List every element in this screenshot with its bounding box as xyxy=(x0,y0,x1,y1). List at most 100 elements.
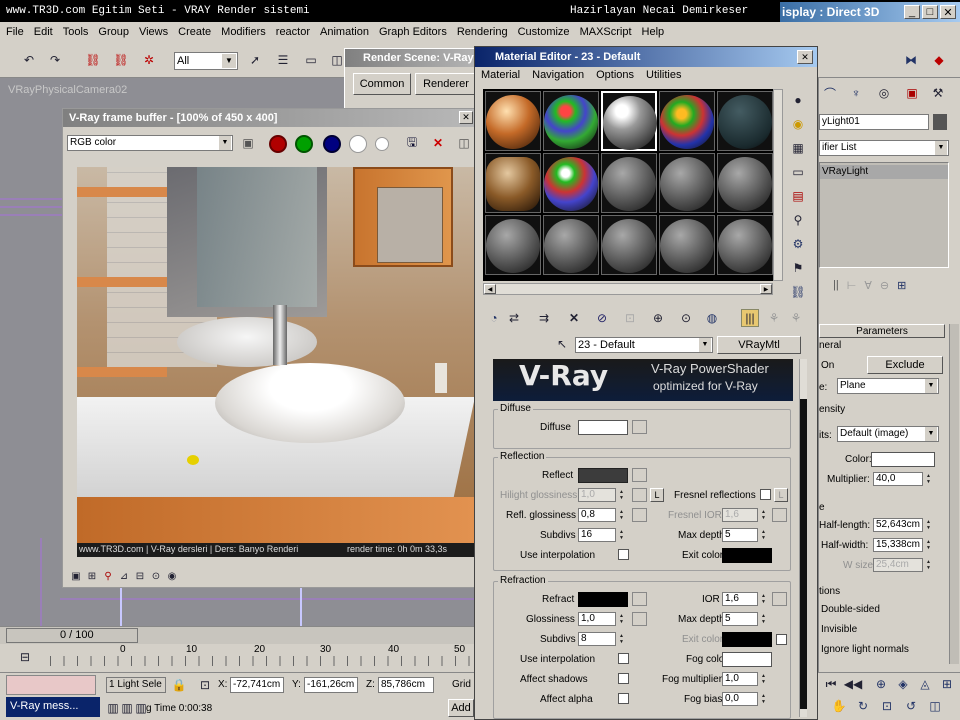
remove-modifier-icon[interactable]: ⊖ xyxy=(880,279,889,292)
fog-color-swatch[interactable] xyxy=(722,652,772,667)
menu-modifiers[interactable]: Modifiers xyxy=(221,26,266,38)
material-editor-close-button[interactable]: ✕ xyxy=(797,50,813,64)
refr-exit-color-swatch[interactable] xyxy=(722,632,772,647)
scroll-right-button[interactable]: ▶ xyxy=(760,284,772,294)
red-channel-button[interactable] xyxy=(269,135,287,153)
sample-slot[interactable] xyxy=(717,153,773,213)
show-end-result-icon[interactable]: ◍ xyxy=(703,309,721,327)
region-select-icon[interactable]: ▭ xyxy=(302,51,320,69)
w-size-spinner[interactable]: ▲ ▼ xyxy=(925,558,932,572)
w-size-field[interactable]: 25,4cm xyxy=(873,558,923,572)
half-width-spinner[interactable]: ▲ ▼ xyxy=(925,538,932,552)
object-name-field[interactable]: yLight01 xyxy=(819,114,929,130)
ior-field[interactable]: 1,6 xyxy=(722,592,758,606)
fresnel-checkbox[interactable] xyxy=(760,489,771,500)
diffuse-map-button[interactable] xyxy=(632,420,647,434)
units-dropdown[interactable]: Default (image) ▼ xyxy=(837,426,939,442)
fresnel-ior-map-button[interactable] xyxy=(772,508,787,522)
sample-slot[interactable] xyxy=(717,91,773,151)
me-menu-options[interactable]: Options xyxy=(596,69,634,85)
refr-max-depth-field[interactable]: 5 xyxy=(722,612,758,626)
fog-multiplier-spinner[interactable]: ▲ ▼ xyxy=(760,672,767,686)
command-panel-scrollbar[interactable] xyxy=(949,324,959,664)
go-to-parent-icon[interactable]: ||| xyxy=(741,309,759,327)
go-to-sibling-icon[interactable]: ⚘ xyxy=(787,309,805,327)
motion-tab-icon[interactable]: ◎ xyxy=(875,84,893,102)
menu-maxscript[interactable]: MAXScript xyxy=(580,26,632,38)
me-menu-material[interactable]: Material xyxy=(481,69,520,85)
ior-spinner[interactable]: ▲ ▼ xyxy=(760,592,767,606)
lock-icon[interactable]: 🔒 xyxy=(170,676,188,694)
go-forward-sibling-icon[interactable]: ⚘ xyxy=(765,309,783,327)
put-to-library-icon[interactable]: ⊡ xyxy=(621,309,639,327)
sample-slot[interactable] xyxy=(659,153,715,213)
refr-interpolation-checkbox[interactable] xyxy=(618,653,629,664)
sample-slot-selected[interactable] xyxy=(601,91,657,151)
dolly-icon[interactable]: ⊡ xyxy=(878,697,896,715)
pin-stack-icon[interactable]: || xyxy=(833,279,839,291)
glossiness-map-button[interactable] xyxy=(632,612,647,626)
multiplier-spinner[interactable]: ▲ ▼ xyxy=(925,472,932,486)
trackbar-icon[interactable]: ⊟ xyxy=(16,648,34,666)
refr-subdivs-spinner[interactable]: ▲ ▼ xyxy=(618,632,625,646)
maxscript-listener[interactable] xyxy=(6,675,96,695)
alpha-channel-button[interactable] xyxy=(349,135,367,153)
backlight-icon[interactable]: ◉ xyxy=(789,115,807,133)
make-unique-icon[interactable]: ⊘ xyxy=(593,309,611,327)
material-navigator-icon[interactable]: ⛓ xyxy=(789,283,807,301)
assign-to-selection-icon[interactable]: ⇉ xyxy=(535,309,553,327)
rollout-scrollbar[interactable] xyxy=(799,359,807,717)
material-effects-channel-icon[interactable]: ⊕ xyxy=(649,309,667,327)
half-length-field[interactable]: 52,643cm xyxy=(873,518,923,532)
scroll-left-button[interactable]: ◀ xyxy=(484,284,496,294)
previous-frame-icon[interactable]: ◀◀ xyxy=(844,675,862,693)
minimize-button[interactable]: _ xyxy=(904,5,920,19)
menu-graph-editors[interactable]: Graph Editors xyxy=(379,26,447,38)
add-time-tag-button[interactable]: Add xyxy=(448,699,474,717)
time-slider-thumb[interactable] xyxy=(6,628,138,643)
clear-image-icon[interactable]: ✕ xyxy=(429,134,447,152)
vfb-close-button[interactable]: ✕ xyxy=(459,111,473,124)
exclude-button[interactable]: Exclude xyxy=(867,356,943,374)
go-to-start-icon[interactable]: ⏮ xyxy=(822,675,840,693)
refl-subdivs-field[interactable]: 16 xyxy=(578,528,616,542)
x-coordinate-field[interactable]: -72,741cm xyxy=(230,677,284,693)
menu-file[interactable]: File xyxy=(6,26,24,38)
ior-map-button[interactable] xyxy=(772,592,787,606)
blue-channel-button[interactable] xyxy=(323,135,341,153)
sample-slot[interactable] xyxy=(659,215,715,275)
rgb-toggle-icon[interactable]: ▣ xyxy=(239,134,257,152)
refract-map-button[interactable] xyxy=(632,592,647,606)
sample-slot[interactable] xyxy=(717,215,773,275)
refl-glossiness-field[interactable]: 0,8 xyxy=(578,508,616,522)
link-icon[interactable]: ⛓ xyxy=(84,51,102,69)
fresnel-ior-spinner[interactable]: ▲ ▼ xyxy=(760,508,767,522)
menu-rendering[interactable]: Rendering xyxy=(457,26,508,38)
lock-fresnel-button[interactable]: L xyxy=(774,488,788,502)
options-icon[interactable]: ⚙ xyxy=(789,235,807,253)
show-end-result-icon[interactable]: ⊢ xyxy=(847,279,857,292)
fog-bias-spinner[interactable]: ▲ ▼ xyxy=(760,692,767,706)
refr-subdivs-field[interactable]: 8 xyxy=(578,632,616,646)
video-color-check-icon[interactable]: ▤ xyxy=(789,187,807,205)
menu-tools[interactable]: Tools xyxy=(63,26,89,38)
half-width-field[interactable]: 15,338cm xyxy=(873,538,923,552)
refl-interpolation-checkbox[interactable] xyxy=(618,549,629,560)
sample-slot[interactable] xyxy=(543,153,599,213)
tab-renderer[interactable]: Renderer xyxy=(415,73,477,95)
half-length-spinner[interactable]: ▲ ▼ xyxy=(925,518,932,532)
uv-tiling-icon[interactable]: ▭ xyxy=(789,163,807,181)
mirror-icon[interactable]: ⧓ xyxy=(902,51,920,69)
refl-max-depth-field[interactable]: 5 xyxy=(722,528,758,542)
save-image-icon[interactable]: 🖫 xyxy=(403,134,421,152)
reflect-color-swatch[interactable] xyxy=(578,468,628,483)
sample-slot[interactable] xyxy=(601,153,657,213)
modifier-stack-item[interactable]: VRayLight xyxy=(820,165,948,179)
utilities-tab-icon[interactable]: ⚒ xyxy=(929,84,947,102)
redo-icon[interactable]: ↷ xyxy=(46,51,64,69)
z-coordinate-field[interactable]: 85,786cm xyxy=(378,677,434,693)
field-of-view-icon[interactable]: ◬ xyxy=(916,675,934,693)
hilight-glossiness-field[interactable]: 1,0 xyxy=(578,488,616,502)
refl-exit-color-swatch[interactable] xyxy=(722,548,772,563)
slots-horizontal-scrollbar[interactable]: ◀ ▶ xyxy=(483,283,773,295)
